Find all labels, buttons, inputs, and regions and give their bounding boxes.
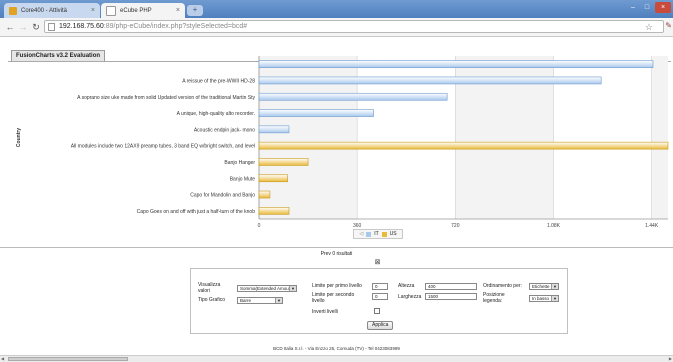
- applica-button[interactable]: Applica: [367, 321, 394, 330]
- limite-secondo-label: Limite per secondo livello: [312, 292, 355, 304]
- legend-label-us: US: [389, 231, 397, 237]
- x-tick-label: 1.44K: [645, 223, 659, 229]
- chart-settings-form: Visualizza valori Somma(Extended Amount) ▼…: [190, 268, 568, 334]
- legend-swatch-us: [381, 231, 387, 237]
- limite-primo-input[interactable]: 0: [372, 283, 388, 290]
- ordinamento-label: Ordinamento per:: [483, 283, 522, 289]
- bar: [258, 60, 654, 68]
- chevron-down-icon: ▼: [551, 296, 558, 301]
- bar: [258, 125, 290, 134]
- bar: [258, 207, 290, 215]
- plot-band: [651, 56, 668, 219]
- limite-primo-label: Limite per primo livello: [312, 283, 362, 289]
- bar: [258, 109, 374, 117]
- legend-swatch-it: [366, 231, 372, 237]
- bar-chart: A reissue of the pre-WWII HD-28 A soprano…: [16, 56, 669, 229]
- export-icon[interactable]: ⊠: [373, 259, 382, 267]
- bar: [258, 174, 288, 183]
- larghezza-label: Larghezza: [398, 294, 422, 300]
- posizione-label: Posizione legenda:: [483, 292, 505, 304]
- category-label: All modules include two 12AX9 preamp tub…: [71, 144, 255, 150]
- chart-separator: [0, 247, 673, 248]
- inverti-checkbox[interactable]: [374, 308, 380, 314]
- tipo-grafico-label: Tipo Grafico: [198, 297, 226, 303]
- altezza-label: Altezza: [398, 283, 415, 289]
- y-axis-title: Country: [16, 128, 22, 147]
- legend-scroll-left-icon[interactable]: ◁: [359, 231, 363, 237]
- inverti-label: Inverti livelli: [312, 309, 338, 315]
- x-tick-label: 0: [258, 223, 261, 229]
- category-label: A soprano size uke made from solid Updat…: [77, 95, 255, 101]
- category-label: Capo Goes on and off with just a half-tu…: [137, 209, 256, 215]
- larghezza-input[interactable]: 1500: [425, 293, 477, 300]
- chevron-down-icon: ▼: [275, 298, 282, 303]
- results-text: Prev 0 risultati: [320, 251, 353, 257]
- bar: [258, 141, 669, 150]
- scrollbar-thumb[interactable]: [8, 357, 128, 361]
- x-tick-label: 720: [451, 223, 460, 229]
- category-label: Acoustic endpin jack- mono: [194, 127, 255, 133]
- ordinamento-select[interactable]: Etichette ▼: [529, 283, 559, 290]
- x-tick-label: 1.08K: [547, 223, 561, 229]
- category-label: Banjo Mute: [230, 176, 256, 182]
- bar: [258, 158, 309, 166]
- bar: [258, 92, 448, 101]
- bar: [258, 190, 271, 199]
- tipo-grafico-select[interactable]: Barre ▼: [237, 297, 283, 304]
- legend-label-it: IT: [374, 231, 379, 237]
- visualizza-select[interactable]: Somma(Extended Amount) ▼: [237, 285, 297, 292]
- chevron-down-icon: ▼: [551, 284, 558, 289]
- scroll-left-icon[interactable]: ◀: [1, 356, 4, 361]
- horizontal-scrollbar[interactable]: ◀ ▶: [0, 355, 673, 362]
- page-footer: BCD Italia S.r.l. - Via Enzzo 25, Cornud…: [273, 346, 400, 351]
- altezza-input[interactable]: 400: [425, 283, 477, 290]
- visualizza-label: Visualizza valori: [198, 282, 221, 294]
- category-label: Banjo Hanger: [224, 160, 255, 166]
- posizione-select[interactable]: In basso ▼: [529, 295, 559, 302]
- category-label: A reissue of the pre-WWII HD-28: [182, 78, 255, 84]
- category-label: A unique, high-quality alto recorder.: [177, 111, 255, 117]
- bar: [258, 76, 602, 85]
- scroll-right-icon[interactable]: ▶: [669, 356, 672, 361]
- chart-legend: ◁ IT US: [353, 229, 403, 239]
- limite-secondo-input[interactable]: 0: [372, 293, 388, 300]
- chevron-down-icon: ▼: [289, 286, 296, 291]
- category-label: Capo for Mandolin and Banjo: [190, 193, 255, 199]
